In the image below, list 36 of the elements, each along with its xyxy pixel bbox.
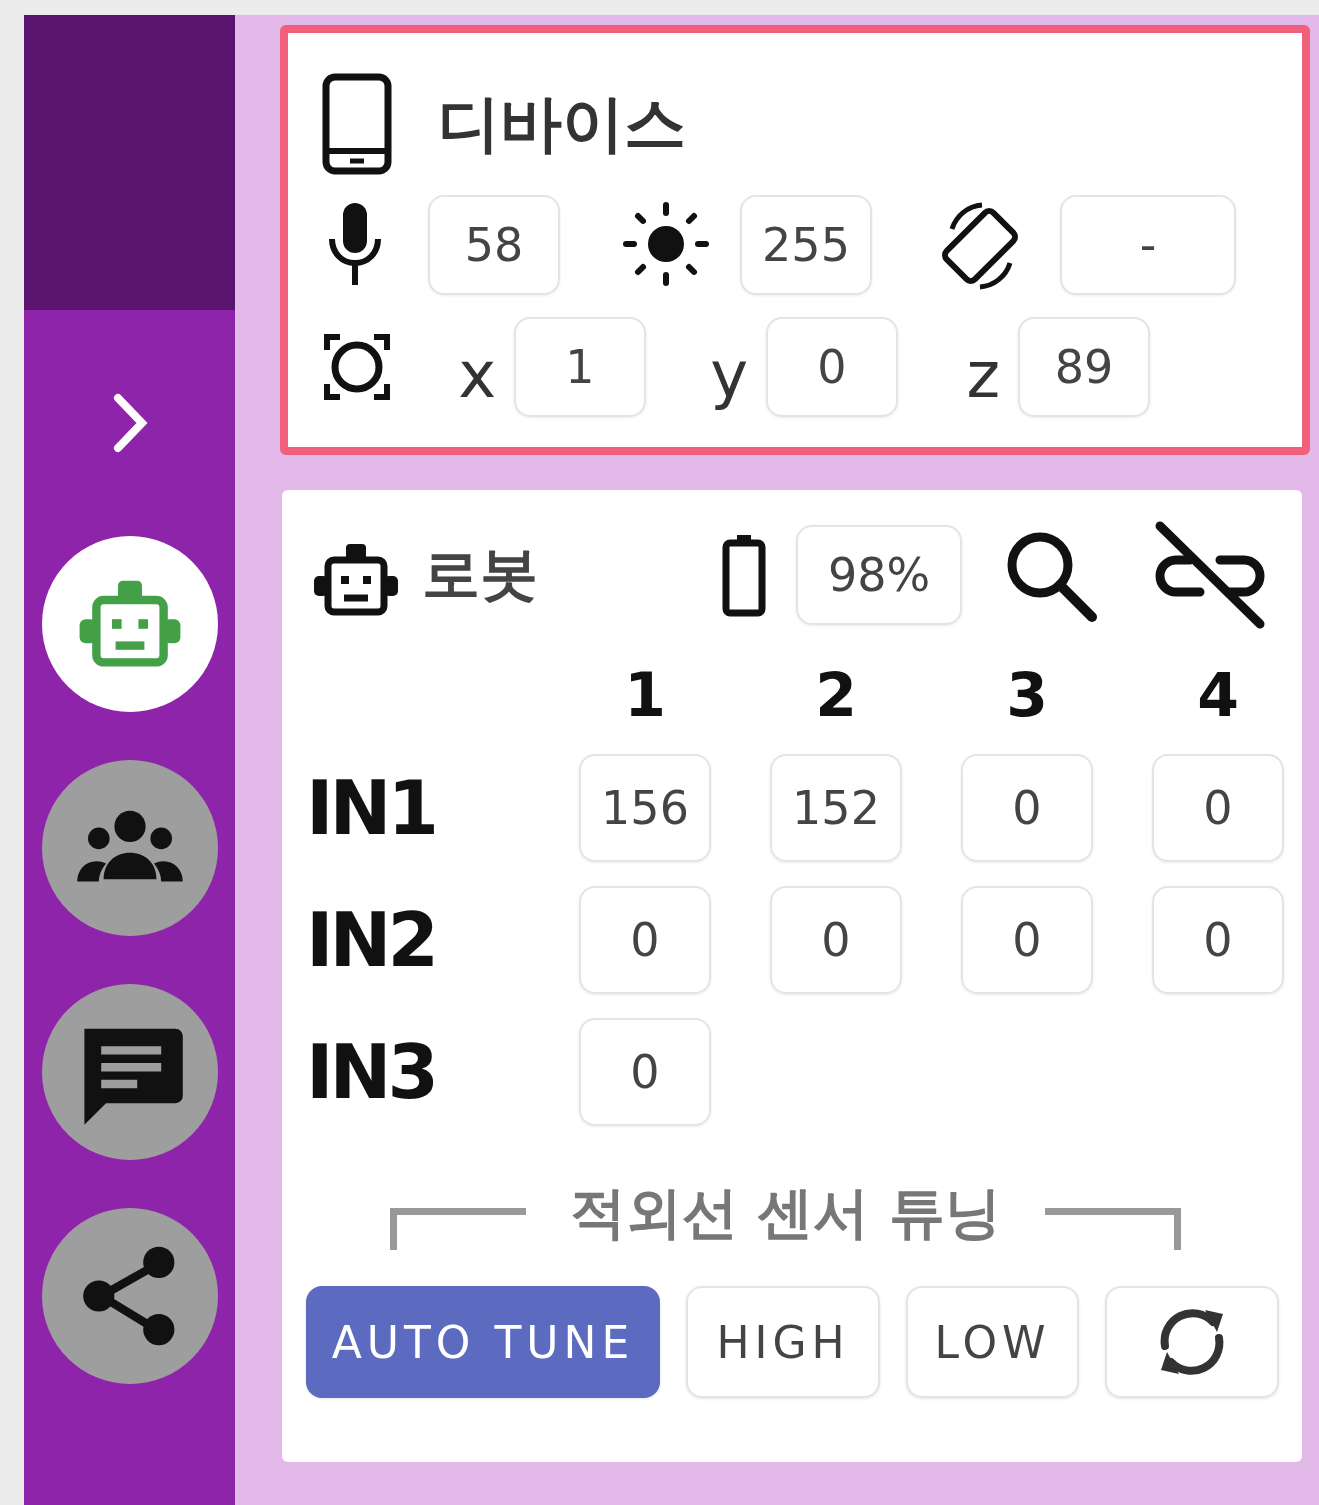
value-display: 0 (766, 317, 898, 417)
row-label: IN1 (306, 765, 436, 851)
value-display: 0 (961, 886, 1093, 994)
value-display: 156 (579, 754, 711, 862)
value-display: 0 (770, 886, 902, 994)
value-display: 89 (1018, 317, 1150, 417)
device-title: 디바이스 (438, 86, 686, 162)
value-display: - (1060, 195, 1236, 295)
axis-label: x (457, 338, 497, 412)
battery-icon (722, 533, 766, 617)
column-header: 1 (623, 660, 667, 730)
tune-button[interactable]: HIGH (686, 1286, 880, 1398)
column-header: 2 (814, 660, 858, 730)
value-display: 0 (579, 886, 711, 994)
value-display: 58 (428, 195, 560, 295)
section-title: 적외선 센서 튜닝 (570, 1179, 1001, 1247)
phone-icon (322, 73, 392, 175)
value-display: 0 (579, 1018, 711, 1126)
value-display: 152 (770, 754, 902, 862)
tune-button[interactable]: AUTO TUNE (306, 1286, 660, 1398)
axis-label: z (965, 338, 1001, 412)
column-header: 3 (1005, 660, 1049, 730)
battery-level: 98% (796, 525, 962, 625)
axis-label: y (709, 338, 749, 412)
value-display: 255 (740, 195, 872, 295)
row-label: IN2 (306, 897, 436, 983)
row-label: IN3 (306, 1029, 436, 1115)
value-display: 0 (1152, 886, 1284, 994)
value-display: 0 (961, 754, 1093, 862)
value-display: 0 (1152, 754, 1284, 862)
target-icon (322, 332, 392, 402)
tune-button[interactable]: LOW (906, 1286, 1079, 1398)
robot-title: 로봇 (422, 539, 539, 610)
value-display: 1 (514, 317, 646, 417)
refresh-button[interactable] (1105, 1286, 1279, 1398)
column-header: 4 (1196, 660, 1240, 730)
